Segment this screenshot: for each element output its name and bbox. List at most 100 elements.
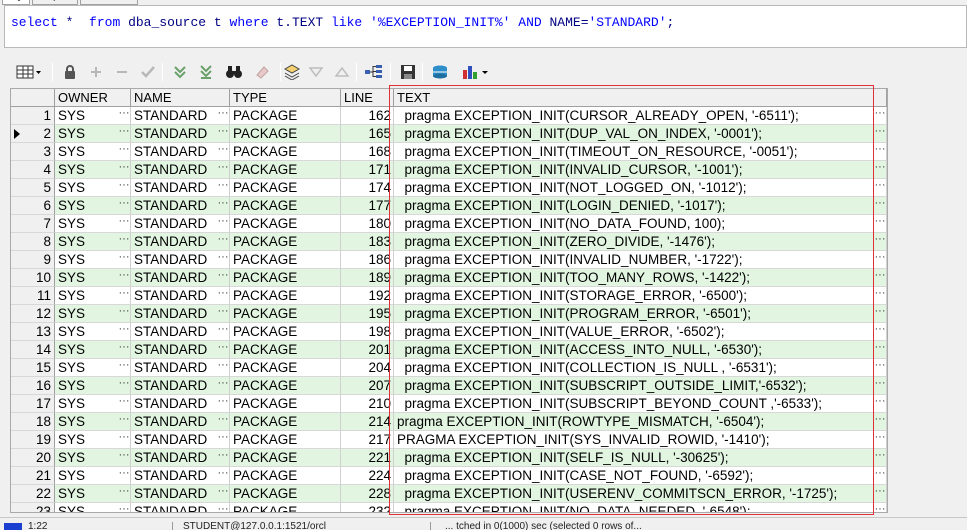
cell-editor-button[interactable]: ··· xyxy=(117,341,131,353)
table-row[interactable]: 2 SYS STANDARD PACKAGE 165 pragma EXCEPTION_… xyxy=(11,125,887,143)
cell-editor-button[interactable]: ··· xyxy=(216,215,230,227)
row-number[interactable]: 19 xyxy=(11,431,55,449)
cell-text[interactable]: pragma EXCEPTION_INIT(SUBSCRIPT_OUTSIDE_… xyxy=(394,377,887,395)
cell-text[interactable]: pragma EXCEPTION_INIT(NO_DATA_FOUND, 100… xyxy=(394,215,887,233)
cell-editor-button[interactable]: ··· xyxy=(216,395,230,407)
cell-editor-button[interactable]: ··· xyxy=(873,449,887,461)
cell-editor-button[interactable]: ··· xyxy=(117,395,131,407)
cell-editor-button[interactable]: ··· xyxy=(117,287,131,299)
cell-editor-button[interactable]: ··· xyxy=(117,251,131,263)
cell-line[interactable]: 214 xyxy=(341,413,394,431)
cell-editor-button[interactable]: ··· xyxy=(117,503,131,512)
cell-editor-button[interactable]: ··· xyxy=(873,233,887,245)
sql-query-text[interactable]: select * from dba_source t where t.TEXT … xyxy=(11,15,674,31)
cell-text[interactable]: pragma EXCEPTION_INIT(ACCESS_INTO_NULL, … xyxy=(394,341,887,359)
cell-text[interactable]: pragma EXCEPTION_INIT(TIMEOUT_ON_RESOURC… xyxy=(394,143,887,161)
row-number[interactable]: 18 xyxy=(11,413,55,431)
cell-editor-button[interactable]: ··· xyxy=(873,503,887,512)
cell-type[interactable]: PACKAGE xyxy=(230,161,341,179)
cell-editor-button[interactable]: ··· xyxy=(117,359,131,371)
cell-editor-button[interactable]: ··· xyxy=(117,431,131,443)
cell-editor-button[interactable]: ··· xyxy=(117,449,131,461)
cell-line[interactable]: 195 xyxy=(341,305,394,323)
cell-editor-button[interactable]: ··· xyxy=(216,467,230,479)
row-number[interactable]: 5 xyxy=(11,179,55,197)
save-icon[interactable] xyxy=(398,62,418,82)
cell-editor-button[interactable]: ··· xyxy=(873,251,887,263)
cell-editor-button[interactable]: ··· xyxy=(873,485,887,497)
column-header-name[interactable]: NAME xyxy=(131,89,230,107)
cell-line[interactable]: 168 xyxy=(341,143,394,161)
cell-type[interactable]: PACKAGE xyxy=(230,323,341,341)
cell-editor-button[interactable]: ··· xyxy=(216,269,230,281)
cell-type[interactable]: PACKAGE xyxy=(230,125,341,143)
cell-text[interactable]: pragma EXCEPTION_INIT(LOGIN_DENIED, '-10… xyxy=(394,197,887,215)
cell-editor-button[interactable]: ··· xyxy=(216,287,230,299)
cell-type[interactable]: PACKAGE xyxy=(230,143,341,161)
table-row[interactable]: 8 SYS STANDARD PACKAGE 183 pragma EXCEPTION_… xyxy=(11,233,887,251)
cell-editor-button[interactable]: ··· xyxy=(216,143,230,155)
row-number[interactable]: 14 xyxy=(11,341,55,359)
cell-editor-button[interactable]: ··· xyxy=(873,359,887,371)
row-number[interactable]: 17 xyxy=(11,395,55,413)
row-number[interactable]: 10 xyxy=(11,269,55,287)
table-row[interactable]: 19 SYS STANDARD PACKAGE 217 PRAGMA EXCEPTION_… xyxy=(11,431,887,449)
row-number[interactable]: 22 xyxy=(11,485,55,503)
cell-line[interactable]: 171 xyxy=(341,161,394,179)
cell-editor-button[interactable]: ··· xyxy=(117,107,131,119)
table-row[interactable]: 4 SYS STANDARD PACKAGE 171 pragma EXCEPTION_… xyxy=(11,161,887,179)
cell-text[interactable]: pragma EXCEPTION_INIT(DUP_VAL_ON_INDEX, … xyxy=(394,125,887,143)
cell-line[interactable]: 207 xyxy=(341,377,394,395)
row-number-header[interactable] xyxy=(11,89,55,107)
cell-line[interactable]: 224 xyxy=(341,467,394,485)
cell-line[interactable]: 186 xyxy=(341,251,394,269)
cell-type[interactable]: PACKAGE xyxy=(230,485,341,503)
cell-line[interactable]: 174 xyxy=(341,179,394,197)
cell-editor-button[interactable]: ··· xyxy=(873,125,887,137)
row-number[interactable]: 1 xyxy=(11,107,55,125)
cell-editor-button[interactable]: ··· xyxy=(117,305,131,317)
row-number[interactable]: 12 xyxy=(11,305,55,323)
filter-up-icon[interactable] xyxy=(332,62,352,82)
cell-editor-button[interactable]: ··· xyxy=(873,467,887,479)
row-number[interactable]: 7 xyxy=(11,215,55,233)
cell-type[interactable]: PACKAGE xyxy=(230,467,341,485)
cell-type[interactable]: PACKAGE xyxy=(230,251,341,269)
table-row[interactable]: 20 SYS STANDARD PACKAGE 221 pragma EXCEPTION… xyxy=(11,449,887,467)
table-row[interactable]: 14 SYS STANDARD PACKAGE 201 pragma EXCEPTION… xyxy=(11,341,887,359)
cell-editor-button[interactable]: ··· xyxy=(216,449,230,461)
cell-editor-button[interactable]: ··· xyxy=(216,431,230,443)
cell-editor-button[interactable]: ··· xyxy=(216,197,230,209)
cell-editor-button[interactable]: ··· xyxy=(216,377,230,389)
cell-text[interactable]: pragma EXCEPTION_INIT(NO_DATA_NEEDED, '-… xyxy=(394,503,887,512)
cell-editor-button[interactable]: ··· xyxy=(873,395,887,407)
cell-text[interactable]: pragma EXCEPTION_INIT(INVALID_CURSOR, '-… xyxy=(394,161,887,179)
cell-text[interactable]: pragma EXCEPTION_INIT(VALUE_ERROR, '-650… xyxy=(394,323,887,341)
chart-dropdown-icon[interactable] xyxy=(460,62,490,82)
cell-editor-button[interactable]: ··· xyxy=(216,485,230,497)
row-number[interactable]: 2 xyxy=(11,125,55,143)
column-header-type[interactable]: TYPE xyxy=(230,89,341,107)
row-number[interactable]: 13 xyxy=(11,323,55,341)
cell-editor-button[interactable]: ··· xyxy=(216,179,230,191)
cell-editor-button[interactable]: ··· xyxy=(117,125,131,137)
cell-type[interactable]: PACKAGE xyxy=(230,287,341,305)
cell-editor-button[interactable]: ··· xyxy=(117,269,131,281)
column-header-text[interactable]: TEXT xyxy=(394,89,887,107)
cell-text[interactable]: pragma EXCEPTION_INIT(STORAGE_ERROR, '-6… xyxy=(394,287,887,305)
cell-editor-button[interactable]: ··· xyxy=(873,179,887,191)
cell-editor-button[interactable]: ··· xyxy=(117,143,131,155)
cell-line[interactable]: 192 xyxy=(341,287,394,305)
table-row[interactable]: 15 SYS STANDARD PACKAGE 204 pragma EXCEPTION… xyxy=(11,359,887,377)
cell-editor-button[interactable]: ··· xyxy=(873,431,887,443)
cell-editor-button[interactable]: ··· xyxy=(117,467,131,479)
cell-editor-button[interactable]: ··· xyxy=(873,215,887,227)
result-grid[interactable]: OWNER NAME TYPE LINE TEXT 1 SYS STANDARD PACKAGE… xyxy=(10,88,888,513)
query-by-example-icon[interactable] xyxy=(282,62,302,82)
cell-line[interactable]: 183 xyxy=(341,233,394,251)
cell-type[interactable]: PACKAGE xyxy=(230,431,341,449)
row-number[interactable]: 23 xyxy=(11,503,55,512)
table-row[interactable]: 7 SYS STANDARD PACKAGE 180 pragma EXCEPTION_… xyxy=(11,215,887,233)
cell-text[interactable]: pragma EXCEPTION_INIT(ROWTYPE_MISMATCH, … xyxy=(394,413,887,431)
row-number[interactable]: 16 xyxy=(11,377,55,395)
